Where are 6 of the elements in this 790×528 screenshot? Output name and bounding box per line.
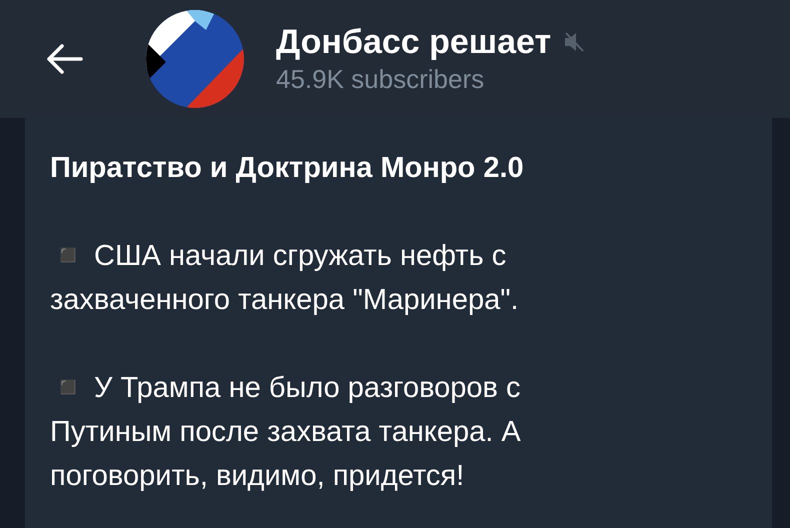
back-arrow-icon [45,43,83,75]
channel-name: Донбасс решает [276,22,552,62]
subscriber-count: 45.9K subscribers [276,63,486,96]
message-paragraph: ◾ У Трампа не было разговоров с Путиным после захвата танкера. А поговорить, видимо, придется! [50,371,522,494]
message-title: Пиратство и Доктрина Монро 2.0 [50,151,525,186]
message-paragraph: ◾ США начали сгружать нефть с захваченного танкера "Маринера". [50,239,520,318]
